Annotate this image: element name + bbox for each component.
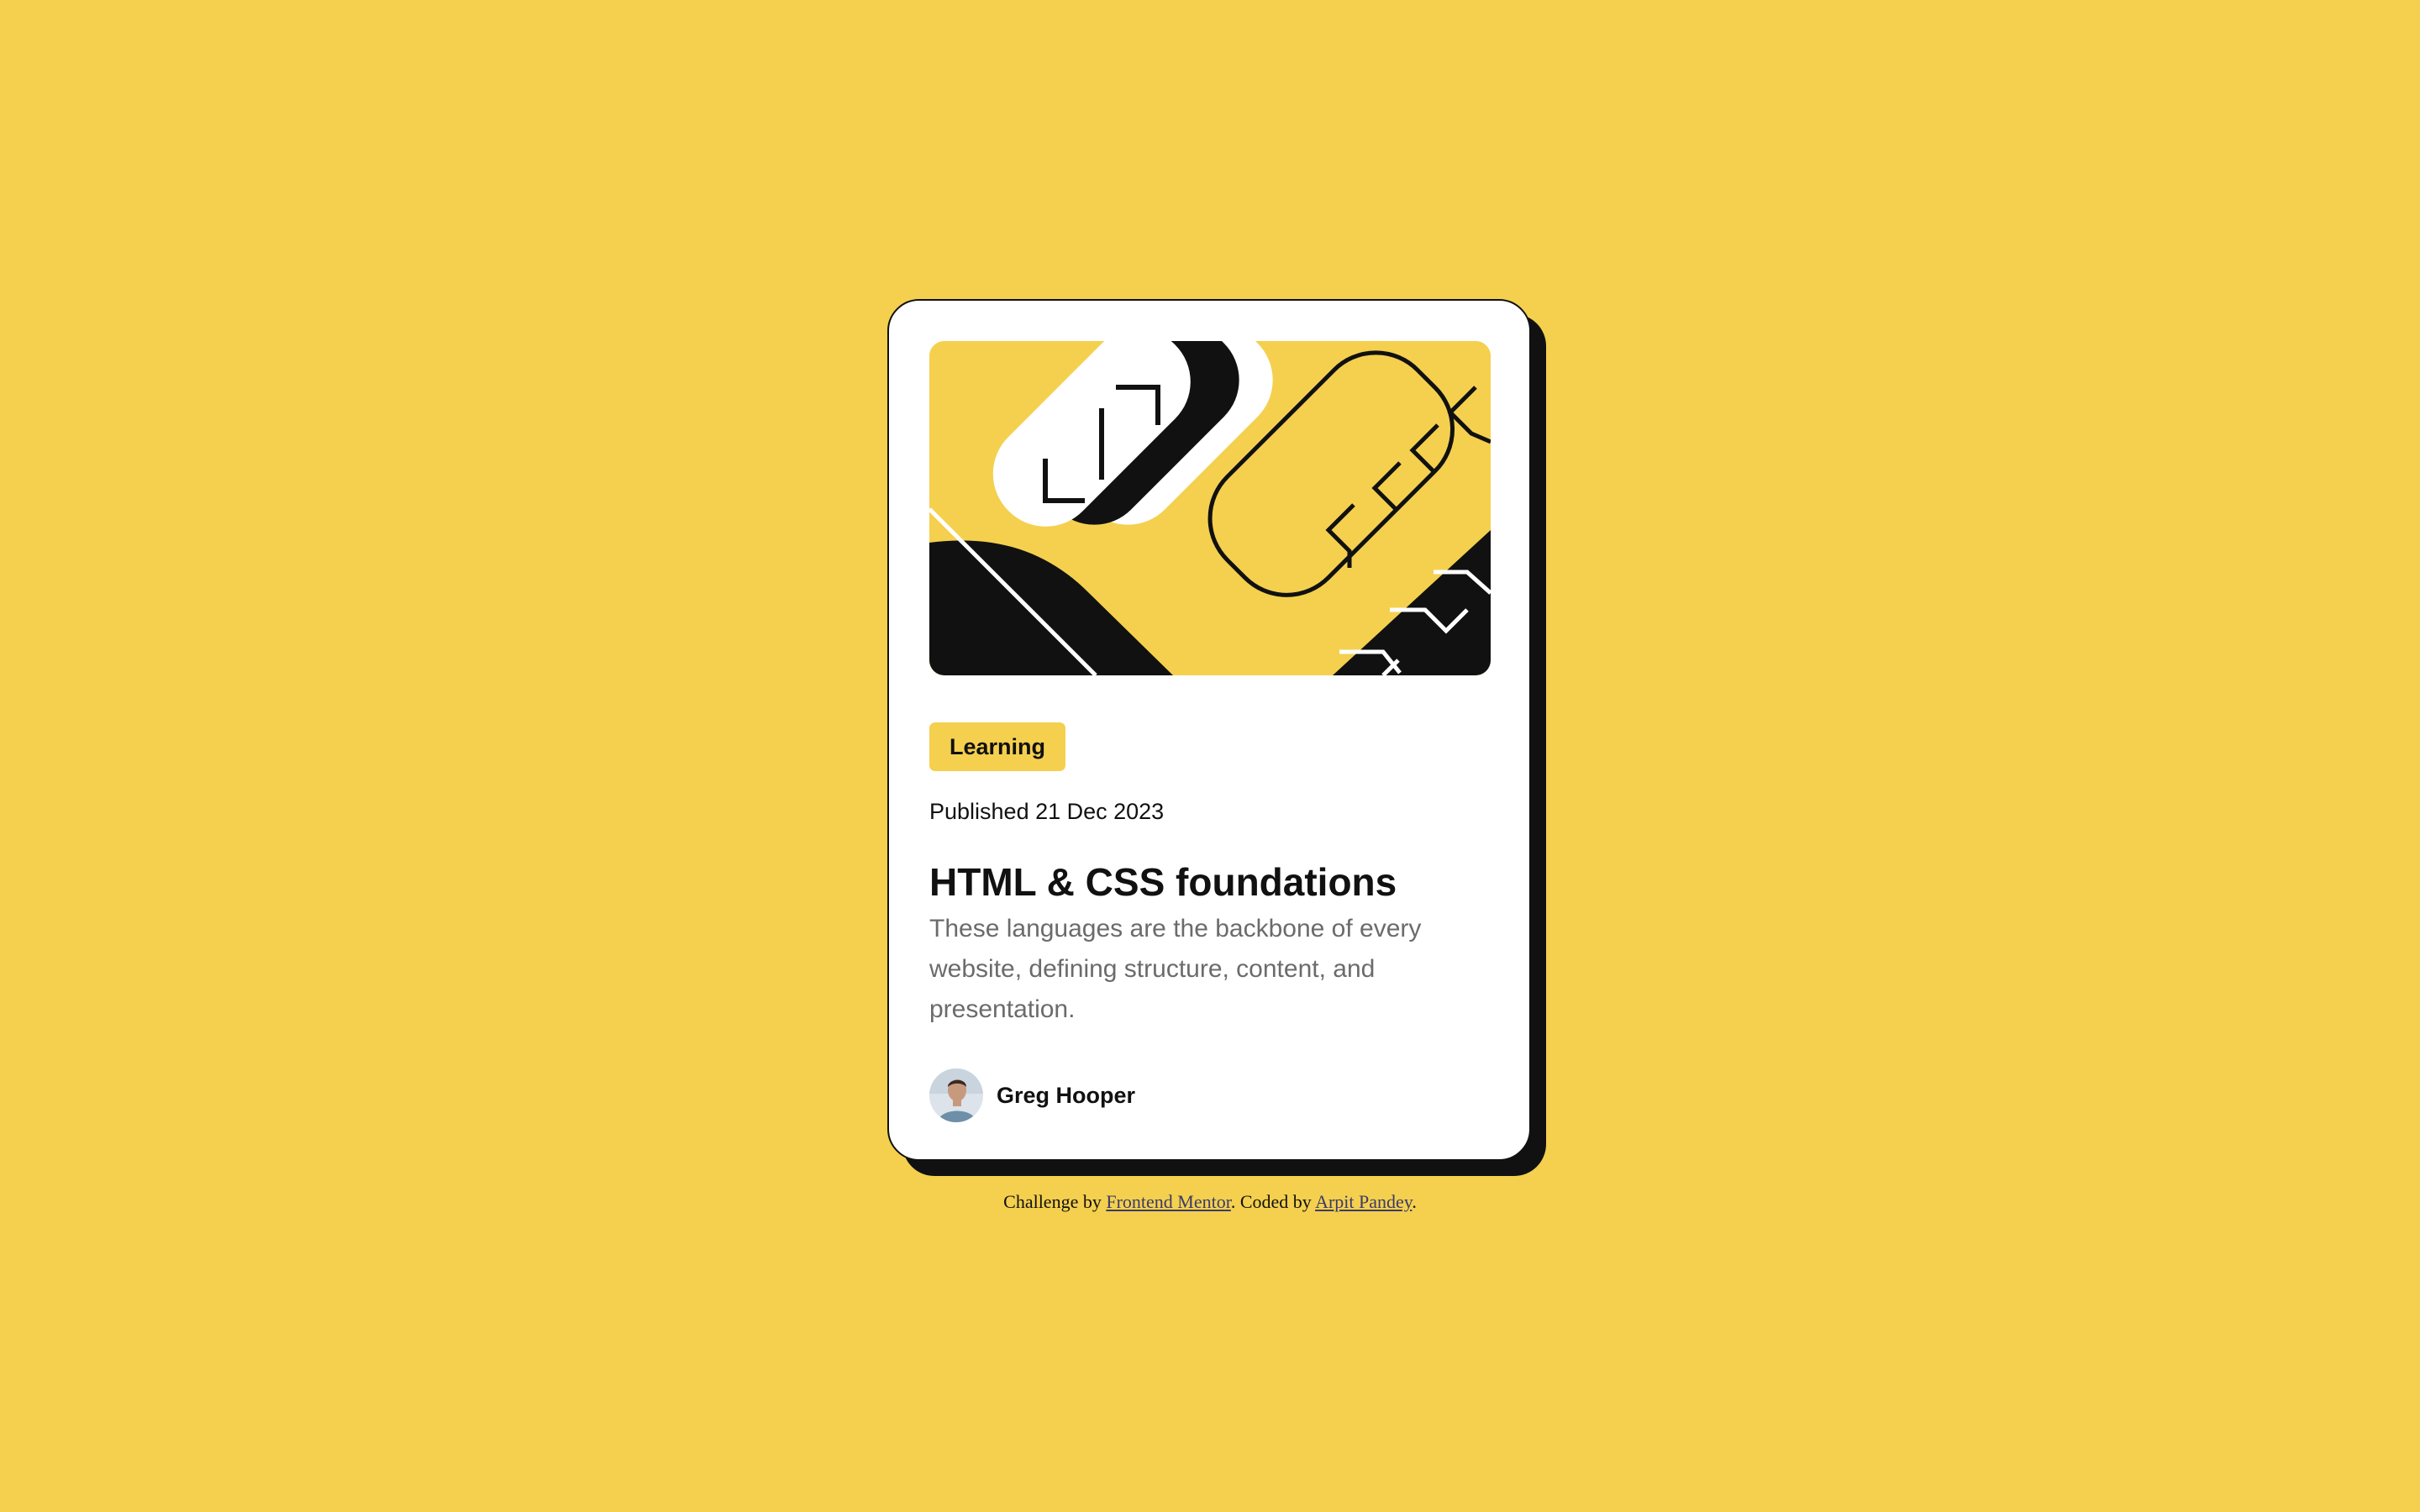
author-link[interactable]: Arpit Pandey xyxy=(1315,1191,1412,1212)
frontend-mentor-link[interactable]: Frontend Mentor xyxy=(1106,1191,1231,1212)
abstract-illustration-icon xyxy=(929,341,1491,675)
avatar-icon xyxy=(929,1068,983,1122)
attribution-footer: Challenge by Frontend Mentor. Coded by A… xyxy=(0,1189,2420,1215)
attribution-middle: . Coded by xyxy=(1230,1191,1316,1212)
author: Greg Hooper xyxy=(929,1068,1135,1122)
published-date: Published 21 Dec 2023 xyxy=(929,799,1165,824)
blog-preview-card: Learning Published 21 Dec 2023 HTML & CS… xyxy=(887,299,1531,1161)
card-description: These languages are the backbone of ever… xyxy=(929,915,1422,1023)
author-name: Greg Hooper xyxy=(997,1083,1136,1108)
hero-illustration xyxy=(929,341,1491,675)
card-title[interactable]: HTML & CSS foundations xyxy=(929,855,1397,909)
attribution-suffix: . xyxy=(1412,1191,1417,1212)
attribution-prefix: Challenge by xyxy=(1003,1191,1107,1212)
category-tag[interactable]: Learning xyxy=(929,722,1066,771)
